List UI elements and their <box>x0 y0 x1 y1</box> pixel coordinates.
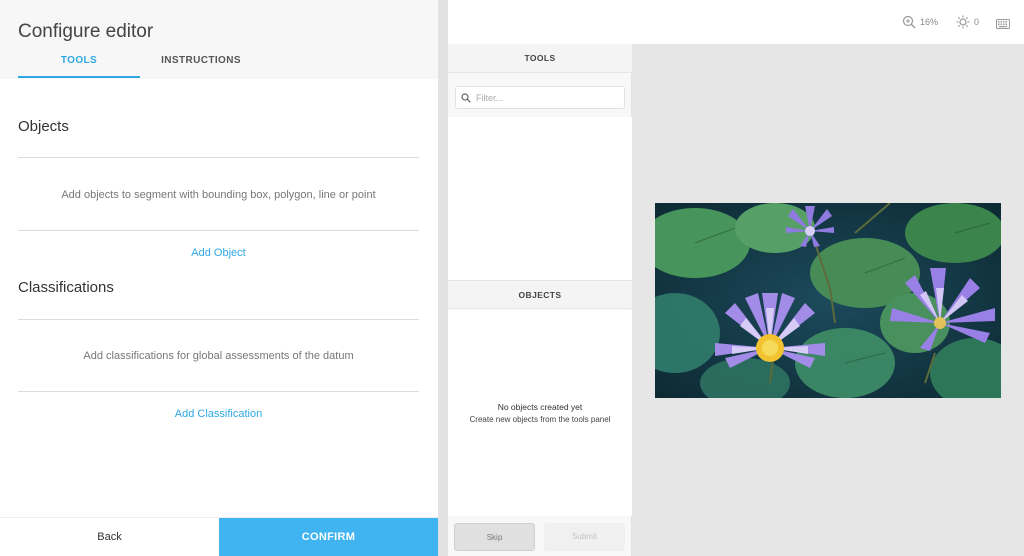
skip-button[interactable]: Skip <box>454 523 535 551</box>
brightness-level: 0 <box>974 17 980 27</box>
objects-divider-top <box>18 157 419 158</box>
zoom-level: 16% <box>920 17 939 27</box>
confirm-button[interactable]: CONFIRM <box>219 518 438 556</box>
tools-list <box>448 117 632 280</box>
no-objects-title: No objects created yet <box>497 402 583 412</box>
panel-divider <box>438 0 448 556</box>
filter-input[interactable] <box>476 90 616 106</box>
objects-heading: Objects <box>18 118 69 135</box>
tools-panel-header: TOOLS <box>448 44 632 73</box>
keyboard-icon[interactable] <box>996 16 1010 29</box>
tab-instructions[interactable]: INSTRUCTIONS <box>145 55 257 66</box>
filter-field[interactable] <box>455 86 625 109</box>
objects-divider-bottom <box>18 230 419 231</box>
classifications-heading: Classifications <box>18 279 114 296</box>
search-icon <box>461 93 471 103</box>
active-tab-indicator <box>18 76 140 78</box>
tab-tools[interactable]: TOOLS <box>18 55 140 66</box>
add-object-button[interactable]: Add Object <box>18 247 419 259</box>
datum-image[interactable] <box>655 203 1001 398</box>
no-objects-subtitle: Create new objects from the tools panel <box>469 415 611 424</box>
submit-button[interactable]: Submit <box>544 523 625 551</box>
objects-panel-header: OBJECTS <box>448 280 632 309</box>
configure-footer: Back CONFIRM <box>0 517 438 556</box>
classifications-empty-text: Add classifications for global assessmen… <box>83 350 354 362</box>
add-classification-button[interactable]: Add Classification <box>18 408 419 420</box>
objects-empty-text: Add objects to segment with bounding box… <box>61 189 376 201</box>
water-lily-image <box>655 203 1001 398</box>
app-root: Configure editor TOOLS INSTRUCTIONS Obje… <box>0 0 1024 556</box>
classifications-divider-bottom <box>18 391 419 392</box>
configure-editor-panel: Configure editor TOOLS INSTRUCTIONS Obje… <box>0 0 438 556</box>
back-button[interactable]: Back <box>0 518 219 556</box>
configure-editor-header: Configure editor TOOLS INSTRUCTIONS <box>0 0 438 79</box>
editor-side-panel: TOOLS OBJECTS No objects created yet Cre… <box>448 44 632 556</box>
objects-list <box>448 310 632 516</box>
brightness-icon[interactable] <box>956 15 970 29</box>
classifications-divider-top <box>18 319 419 320</box>
page-title: Configure editor <box>18 21 154 42</box>
zoom-icon[interactable] <box>902 15 916 29</box>
